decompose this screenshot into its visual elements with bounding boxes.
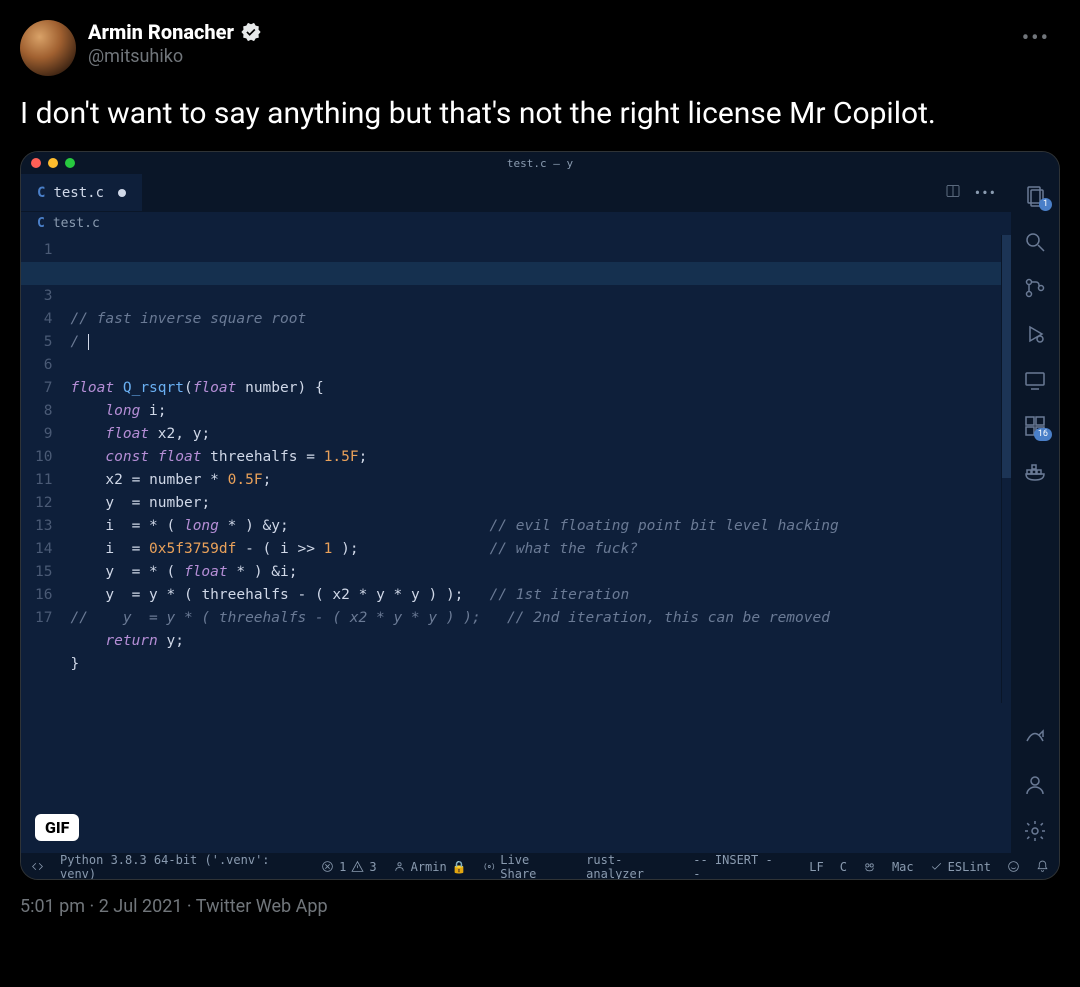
remote-icon[interactable] xyxy=(1023,368,1047,392)
more-actions-icon[interactable]: ••• xyxy=(975,183,997,203)
status-os[interactable]: Mac xyxy=(892,860,914,874)
breadcrumb-file: test.c xyxy=(53,216,100,231)
tweet-media[interactable]: test.c — y C test.c ••• C test.c 12345 xyxy=(20,151,1060,880)
remote-indicator[interactable] xyxy=(31,860,44,873)
current-line-highlight xyxy=(20,262,1001,285)
handle[interactable]: @mitsuhiko xyxy=(88,46,262,67)
error-icon xyxy=(321,860,334,873)
tweet-text: I don't want to say anything but that's … xyxy=(20,94,1060,133)
tweet-meta[interactable]: 5:01 pm · 2 Jul 2021 · Twitter Web App xyxy=(20,896,1060,917)
tab-label: test.c xyxy=(53,185,104,201)
settings-icon[interactable] xyxy=(1023,819,1047,843)
share-icon[interactable] xyxy=(1023,727,1047,751)
user-block: Armin Ronacher @mitsuhiko xyxy=(88,20,262,67)
tweet-time: 5:01 pm xyxy=(20,896,85,917)
editor-shell: C test.c ••• C test.c 123456789101112131… xyxy=(21,174,1059,853)
person-icon xyxy=(393,860,406,873)
more-button[interactable]: ••• xyxy=(1012,20,1060,57)
broadcast-icon xyxy=(483,860,496,873)
activity-bar: 1 16 xyxy=(1011,174,1059,853)
breadcrumb[interactable]: C test.c xyxy=(21,212,1011,235)
tweet-source: Twitter Web App xyxy=(196,896,328,917)
c-lang-icon: C xyxy=(37,216,45,231)
macos-titlebar: test.c — y xyxy=(21,152,1059,174)
tab-bar: C test.c ••• xyxy=(21,174,1011,212)
status-bar: Python 3.8.3 64-bit ('.venv': venv) 1 3 … xyxy=(21,853,1059,879)
status-eol[interactable]: LF xyxy=(809,860,823,874)
search-icon[interactable] xyxy=(1023,230,1047,254)
avatar[interactable] xyxy=(20,20,76,76)
tweet-date: 2 Jul 2021 xyxy=(99,896,183,917)
gif-badge: GIF xyxy=(35,814,79,841)
verified-icon xyxy=(240,21,262,43)
display-name[interactable]: Armin Ronacher xyxy=(88,20,234,44)
c-lang-icon: C xyxy=(37,185,45,201)
badge: 16 xyxy=(1034,428,1052,441)
status-problems[interactable]: 1 3 xyxy=(321,860,376,874)
run-debug-icon[interactable] xyxy=(1023,322,1047,346)
badge: 1 xyxy=(1039,198,1052,211)
status-vim-mode: -- INSERT -- xyxy=(693,853,777,881)
status-bell-icon[interactable] xyxy=(1036,860,1049,873)
window-title: test.c — y xyxy=(21,157,1059,170)
explorer-icon[interactable]: 1 xyxy=(1023,184,1047,208)
status-user[interactable]: Armin 🔒 xyxy=(393,860,467,874)
tweet-header: Armin Ronacher @mitsuhiko ••• xyxy=(20,20,1060,76)
line-gutter: 1234567891011121314151617 xyxy=(21,235,70,703)
status-eslint[interactable]: ESLint xyxy=(930,860,991,874)
code-content[interactable]: // fast inverse square root/ float Q_rsq… xyxy=(70,235,1001,703)
unsaved-dot-icon xyxy=(118,189,126,197)
editor-padding xyxy=(21,703,1011,853)
warning-icon xyxy=(351,860,364,873)
minimap[interactable] xyxy=(1001,235,1011,703)
code-editor[interactable]: 1234567891011121314151617 // fast invers… xyxy=(21,235,1011,703)
status-copilot-icon[interactable] xyxy=(863,860,876,873)
status-feedback-icon[interactable] xyxy=(1007,860,1020,873)
status-python[interactable]: Python 3.8.3 64-bit ('.venv': venv) xyxy=(60,853,305,881)
lock-icon: 🔒 xyxy=(452,860,467,874)
minimap-thumb[interactable] xyxy=(1002,235,1011,478)
status-liveshare[interactable]: Live Share xyxy=(483,853,570,881)
status-lang[interactable]: C xyxy=(840,860,847,874)
split-editor-icon[interactable] xyxy=(945,183,961,203)
source-control-icon[interactable] xyxy=(1023,276,1047,300)
check-icon xyxy=(930,860,943,873)
account-icon[interactable] xyxy=(1023,773,1047,797)
status-rust[interactable]: rust-analyzer xyxy=(586,853,677,881)
docker-icon[interactable] xyxy=(1023,460,1047,484)
extensions-icon[interactable]: 16 xyxy=(1023,414,1047,438)
tab-test-c[interactable]: C test.c xyxy=(21,174,143,211)
